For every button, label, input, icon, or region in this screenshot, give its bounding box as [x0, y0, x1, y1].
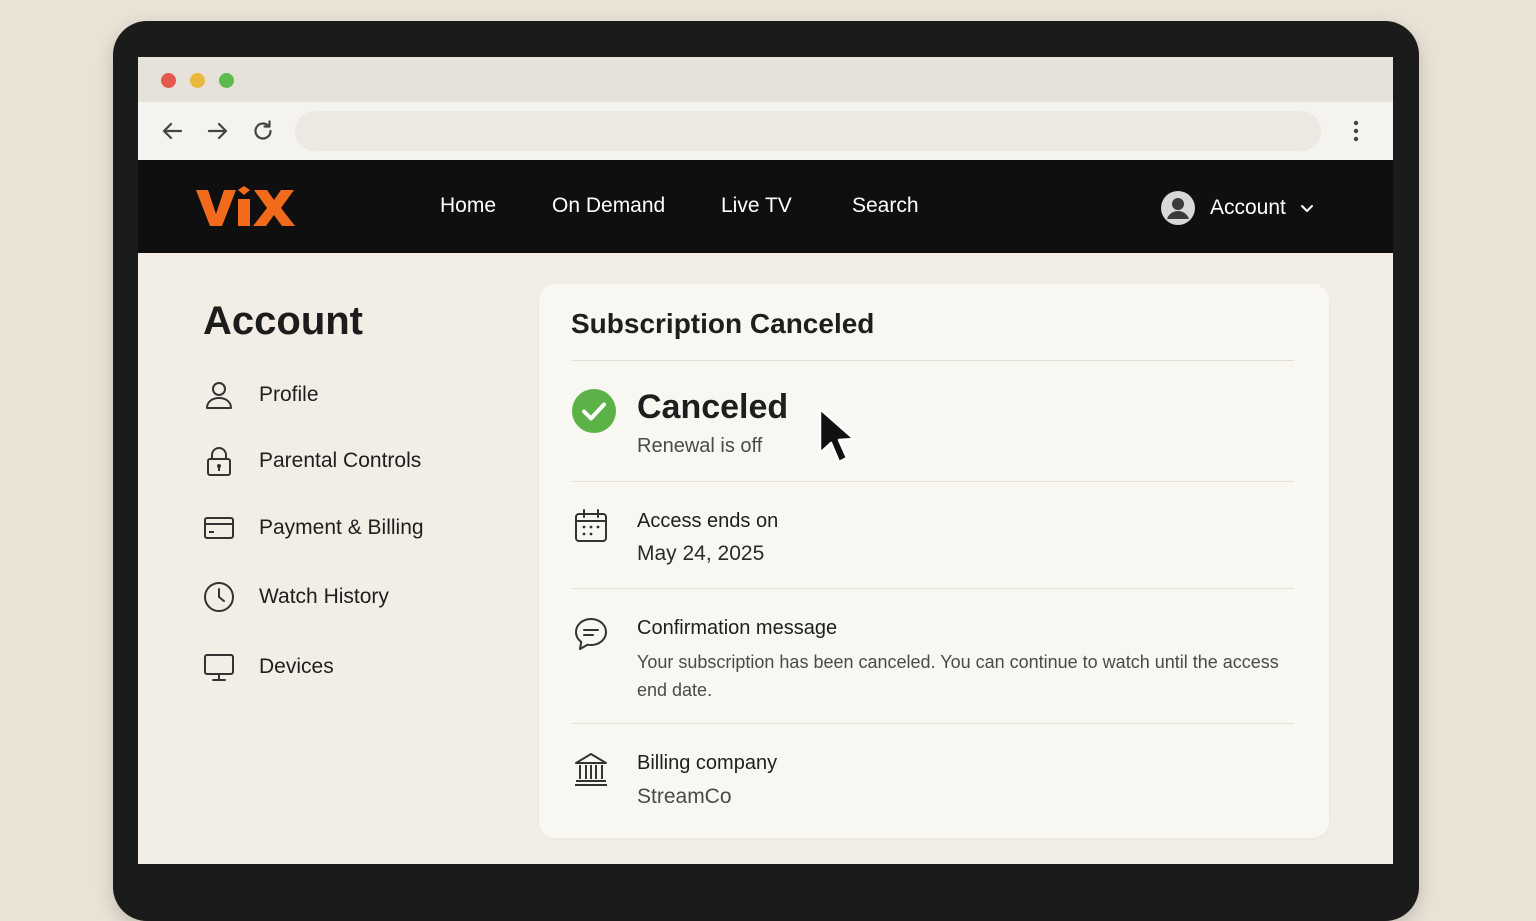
account-page: Account Profile Parental Controls Paymen…: [138, 253, 1393, 864]
access-label: Access ends on: [637, 510, 779, 532]
browser-window: Home On Demand Live TV Search Account Ac…: [138, 57, 1393, 864]
billing-company: StreamCo: [637, 785, 732, 808]
browser-toolbar: [138, 102, 1393, 160]
credit-card-icon: [204, 517, 234, 539]
sidebar-item-watch-history[interactable]: Watch History: [203, 579, 389, 615]
maximize-window-button[interactable]: [219, 73, 234, 88]
card-title: Subscription Canceled: [571, 308, 875, 339]
nav-home[interactable]: Home: [440, 194, 496, 218]
sidebar-item-label: Parental Controls: [259, 449, 422, 472]
site-header: Home On Demand Live TV Search Account: [138, 160, 1393, 253]
divider: [571, 723, 1294, 724]
monitor-icon: [204, 654, 234, 681]
avatar-icon: [1161, 191, 1195, 225]
page-title: Account: [203, 299, 363, 343]
bank-icon: [575, 753, 607, 786]
close-window-button[interactable]: [161, 73, 176, 88]
billing-label: Billing company: [637, 752, 778, 774]
clock-icon: [204, 582, 234, 612]
sidebar-item-label: Devices: [259, 655, 334, 678]
vix-logo[interactable]: [196, 184, 301, 230]
forward-arrow-icon[interactable]: [204, 118, 230, 144]
confirmation-message: Your subscription has been canceled. You…: [637, 652, 1279, 700]
subscription-card: Subscription Canceled Canceled Renewal i…: [539, 284, 1329, 838]
kebab-menu-icon[interactable]: [1343, 118, 1369, 144]
minimize-window-button[interactable]: [190, 73, 205, 88]
nav-search[interactable]: Search: [852, 194, 919, 218]
divider: [571, 481, 1294, 482]
sidebar-item-label: Watch History: [259, 585, 389, 608]
user-icon: [206, 382, 232, 409]
calendar-icon: [575, 509, 607, 542]
divider: [571, 360, 1294, 361]
access-end-date: May 24, 2025: [637, 542, 765, 565]
account-menu[interactable]: Account: [1161, 191, 1316, 225]
nav-on-demand[interactable]: On Demand: [552, 194, 665, 218]
check-circle-icon: [572, 389, 616, 433]
status-title: Canceled: [637, 388, 789, 426]
mouse-cursor-icon: [818, 407, 856, 464]
back-arrow-icon[interactable]: [160, 118, 186, 144]
address-bar[interactable]: [295, 111, 1321, 151]
sidebar-item-parental-controls[interactable]: Parental Controls: [203, 443, 421, 479]
sidebar-item-label: Payment & Billing: [259, 516, 424, 539]
nav-live-tv[interactable]: Live TV: [721, 194, 792, 218]
reload-icon[interactable]: [250, 118, 276, 144]
chevron-down-icon: [1300, 205, 1313, 212]
chat-bubble-icon: [575, 618, 607, 650]
sidebar-item-label: Profile: [259, 383, 319, 406]
divider: [571, 588, 1294, 589]
confirmation-label: Confirmation message: [637, 617, 838, 639]
account-label: Account: [1210, 196, 1286, 219]
lock-icon: [207, 447, 231, 476]
title-bar: [138, 57, 1393, 102]
sidebar-item-profile[interactable]: Profile: [203, 377, 319, 413]
sidebar-item-payment-billing[interactable]: Payment & Billing: [203, 510, 424, 546]
sidebar-item-devices[interactable]: Devices: [203, 649, 334, 685]
status-subtitle: Renewal is off: [637, 435, 763, 457]
